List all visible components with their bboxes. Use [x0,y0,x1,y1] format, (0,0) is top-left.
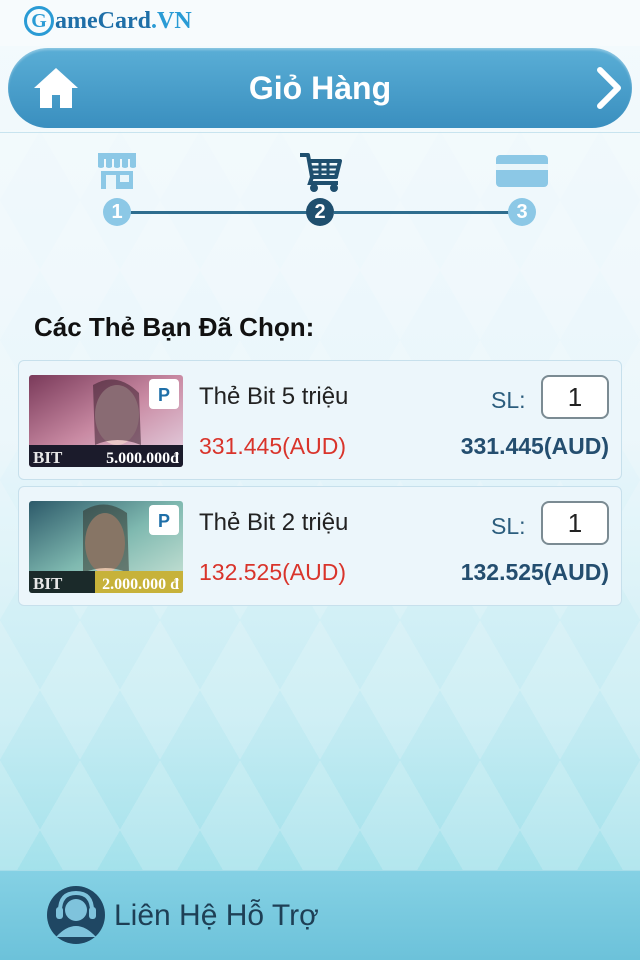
step-connector-1 [130,211,310,214]
support-label: Liên Hệ Hỗ Trợ [114,899,319,932]
quantity-input[interactable]: 1 [541,375,609,419]
cart-item: P BIT 2.000.000 đ Thẻ Bit 2 triệu 132.52… [18,486,622,606]
card-thumbnail[interactable]: P BIT 5.000.000đ [29,375,183,467]
chevron-right-icon [597,67,621,109]
cart-icon [300,153,342,192]
cart-item: P BIT 5.000.000đ Thẻ Bit 5 triệu 331.445… [18,360,622,480]
credit-card-icon [496,155,548,187]
store-icon [98,153,136,189]
selected-cards-title: Các Thẻ Bạn Đã Chọn: [34,312,315,342]
step-2-number[interactable]: 2 [306,198,334,226]
step-3-number[interactable]: 3 [508,198,536,226]
header-divider [0,132,640,133]
logo-main: ameCard [55,7,151,34]
thumb-brand: BIT [33,448,63,467]
line-total: 132.525(AUD) [460,559,609,585]
page-header: Giỏ Hàng [8,48,632,128]
card-name[interactable]: Thẻ Bit 2 triệu [199,509,348,537]
logo-text: ameCard.VN [55,8,192,35]
thumb-value: 5.000.000đ [106,450,179,467]
logo[interactable]: G ameCard.VN [24,6,192,36]
step-connector-2 [334,211,510,214]
thumb-value: 2.000.000 đ [102,576,179,593]
line-total: 331.445(AUD) [460,433,609,459]
svg-text:P: P [158,385,170,405]
bit-card-image: P BIT 5.000.000đ [29,375,183,467]
logo-suffix: .VN [150,7,192,34]
checkout-stepper: 1 2 3 [0,145,640,235]
logo-badge: G [24,6,54,36]
brand-bar: G ameCard.VN [0,0,640,46]
unit-price: 331.445(AUD) [199,433,347,459]
card-thumbnail[interactable]: P BIT 2.000.000 đ [29,501,183,593]
unit-price: 132.525(AUD) [199,559,347,585]
support-footer[interactable]: Liên Hệ Hỗ Trợ [0,870,640,960]
quantity-label: SL: [491,513,526,539]
svg-text:P: P [158,511,170,531]
page-title: Giỏ Hàng [248,70,392,106]
step-1-number[interactable]: 1 [103,198,131,226]
next-button[interactable] [592,62,626,114]
support-agent-icon [47,886,105,944]
thumb-brand: BIT [33,574,63,593]
quantity-input[interactable]: 1 [541,501,609,545]
quantity-label: SL: [491,387,526,413]
card-name[interactable]: Thẻ Bit 5 triệu [199,383,348,411]
bit-card-image: P BIT 2.000.000 đ [29,501,183,593]
